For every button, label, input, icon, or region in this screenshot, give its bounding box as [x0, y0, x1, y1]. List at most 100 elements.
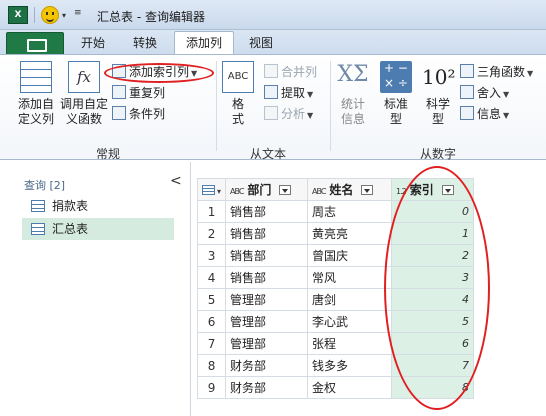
query-item-summary[interactable]: 汇总表 — [22, 218, 174, 240]
trigonometry-button[interactable]: 三角函数 ▼ — [460, 63, 533, 81]
table-menu-dropdown-icon: ▾ — [217, 186, 222, 196]
pane-divider[interactable] — [190, 162, 191, 416]
conditional-column-button[interactable]: 条件列 — [112, 105, 165, 123]
column-header-label: 姓名 — [329, 183, 354, 197]
table-icon — [31, 200, 45, 212]
information-dropdown-icon[interactable]: ▼ — [503, 111, 509, 120]
rounding-icon — [460, 85, 474, 99]
merge-columns-label: 合并列 — [281, 65, 318, 79]
excel-app-icon[interactable]: X — [8, 6, 28, 24]
duplicate-column-button[interactable]: 重复列 — [112, 84, 165, 102]
trigonometry-dropdown-icon[interactable]: ▼ — [527, 69, 533, 78]
group-label-general: 常规 — [96, 147, 121, 161]
group-separator — [330, 61, 331, 151]
extract-icon — [264, 85, 278, 99]
calculator-icon: + − × ÷ — [380, 61, 412, 93]
duplicate-column-label: 重复列 — [129, 86, 166, 100]
row-number[interactable]: 4 — [196, 266, 227, 289]
cell-name[interactable]: 黄亮亮 — [307, 222, 393, 245]
function-fx-icon: fx — [68, 61, 100, 93]
rounding-button[interactable]: 舍入 ▼ — [460, 84, 509, 102]
column-filter-dropdown-icon[interactable] — [361, 185, 374, 195]
feedback-dropdown-icon[interactable]: ▾ — [62, 11, 66, 20]
trigonometry-icon — [460, 64, 474, 78]
cell-dept[interactable]: 管理部 — [225, 288, 309, 311]
custom-column-label: 添加自 定义列 — [17, 97, 54, 126]
queries-header: 查询 [2] — [24, 179, 66, 192]
statistics-button[interactable]: ΧΣ 统计 信息 — [334, 61, 372, 127]
title-bar: X ▾ ≡ 汇总表 - 查询编辑器 — [0, 0, 546, 30]
column-filter-dropdown-icon[interactable] — [279, 185, 292, 195]
text-type-icon[interactable]: ABC — [230, 187, 244, 196]
extract-dropdown-icon[interactable]: ▼ — [307, 90, 313, 99]
scientific-10-squared-icon: 10² — [422, 65, 456, 89]
query-item-label: 汇总表 — [52, 222, 89, 236]
ribbon: 添加自 定义列 fx 调用自定 义函数 添加索引列 ▼ 重复列 条件列 常规 AB… — [0, 54, 546, 161]
column-header-dept[interactable]: ABC 部门 — [225, 178, 309, 201]
tab-add-column[interactable]: 添加列 — [174, 31, 234, 55]
row-number[interactable]: 7 — [196, 332, 227, 355]
cell-name[interactable]: 张程 — [307, 332, 393, 355]
table-menu-corner[interactable]: ▾ — [196, 178, 227, 201]
row-number[interactable]: 6 — [196, 310, 227, 333]
parse-dropdown-icon[interactable]: ▼ — [307, 111, 313, 120]
cell-dept[interactable]: 财务部 — [225, 376, 309, 399]
format-abc-icon: ABC — [222, 61, 254, 93]
parse-icon — [264, 106, 278, 120]
cell-name[interactable]: 金权 — [307, 376, 393, 399]
group-separator — [216, 61, 217, 151]
format-button[interactable]: ABC 格 式 — [222, 61, 254, 127]
duplicate-column-icon — [112, 85, 126, 99]
row-number[interactable]: 2 — [196, 222, 227, 245]
column-header-label: 部门 — [247, 183, 272, 197]
scientific-label: 科学 型 — [425, 97, 450, 126]
custom-column-button[interactable]: 添加自 定义列 — [15, 61, 57, 127]
send-feedback-smiley-icon[interactable] — [41, 6, 59, 24]
file-tab[interactable] — [6, 32, 64, 54]
cell-name[interactable]: 唐剑 — [307, 288, 393, 311]
row-number[interactable]: 3 — [196, 244, 227, 267]
cell-dept[interactable]: 销售部 — [225, 222, 309, 245]
cell-dept[interactable]: 销售部 — [225, 266, 309, 289]
scientific-button[interactable]: 10² 科学 型 — [418, 61, 458, 127]
column-header-name[interactable]: ABC 姓名 — [307, 178, 393, 201]
cell-dept[interactable]: 管理部 — [225, 310, 309, 333]
invoke-function-label: 调用自定 义函数 — [59, 97, 108, 126]
rounding-dropdown-icon[interactable]: ▼ — [503, 90, 509, 99]
customize-qat-icon[interactable]: ≡ — [74, 8, 82, 18]
row-number[interactable]: 1 — [196, 200, 227, 223]
tab-view[interactable]: 视图 — [246, 34, 276, 54]
text-type-icon[interactable]: ABC — [312, 187, 326, 196]
information-button[interactable]: 信息 ▼ — [460, 105, 509, 123]
row-number[interactable]: 9 — [196, 376, 227, 399]
tab-home[interactable]: 开始 — [78, 34, 108, 54]
query-item-donations[interactable]: 捐款表 — [22, 195, 174, 217]
merge-columns-button[interactable]: 合并列 — [264, 63, 317, 81]
conditional-column-label: 条件列 — [129, 107, 166, 121]
cell-name[interactable]: 周志 — [307, 200, 393, 223]
tab-transform[interactable]: 转换 — [130, 34, 160, 54]
cell-name[interactable]: 曾国庆 — [307, 244, 393, 267]
standard-button[interactable]: + − × ÷ 标准 型 — [377, 61, 415, 127]
cell-dept[interactable]: 管理部 — [225, 332, 309, 355]
group-label-from-number: 从数字 — [420, 147, 457, 161]
collapse-pane-icon[interactable]: < — [170, 173, 182, 189]
statistics-label: 统计 信息 — [340, 97, 365, 126]
cell-dept[interactable]: 销售部 — [225, 200, 309, 223]
trigonometry-label: 三角函数 — [477, 65, 526, 79]
information-label: 信息 — [477, 107, 502, 121]
extract-button[interactable]: 提取 ▼ — [264, 84, 313, 102]
parse-button[interactable]: 分析 ▼ — [264, 105, 313, 123]
qat-separator — [34, 7, 35, 23]
conditional-column-icon — [112, 106, 126, 120]
row-number[interactable]: 5 — [196, 288, 227, 311]
cell-name[interactable]: 钱多多 — [307, 354, 393, 377]
invoke-function-button[interactable]: fx 调用自定 义函数 — [58, 61, 110, 127]
merge-columns-icon — [264, 64, 278, 78]
row-number[interactable]: 8 — [196, 354, 227, 377]
cell-dept[interactable]: 销售部 — [225, 244, 309, 267]
cell-dept[interactable]: 财务部 — [225, 354, 309, 377]
annotation-oval-index-button — [104, 63, 214, 83]
cell-name[interactable]: 常风 — [307, 266, 393, 289]
cell-name[interactable]: 李心武 — [307, 310, 393, 333]
